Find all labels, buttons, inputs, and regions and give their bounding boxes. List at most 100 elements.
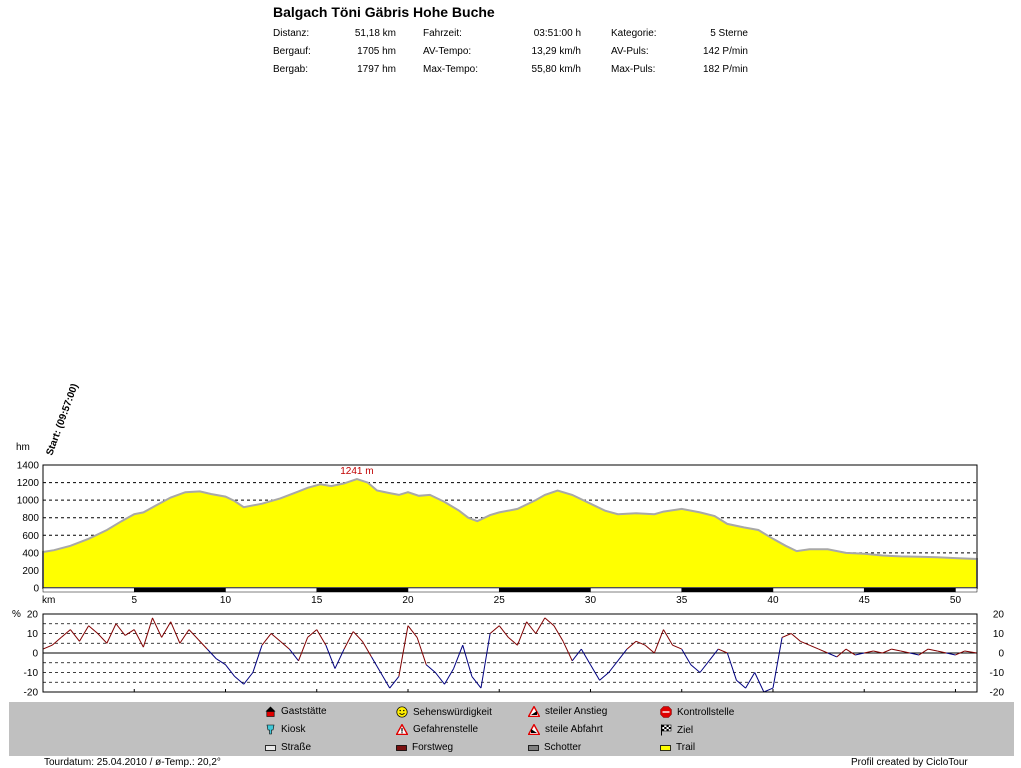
grade-segment xyxy=(124,629,135,636)
grade-segment xyxy=(42,644,53,650)
grade-segment xyxy=(298,637,309,661)
grade-segment xyxy=(508,637,518,646)
legend-label: Kiosk xyxy=(281,724,306,735)
legend-item-strasse: Straße xyxy=(265,742,311,753)
grade-tick-label-left: 10 xyxy=(27,629,39,640)
km-bar-segment xyxy=(590,587,682,593)
legend-label: Sehenswürdigkeit xyxy=(413,706,492,718)
grade-segment xyxy=(334,648,345,669)
legend-label: Trail xyxy=(676,742,696,753)
grade-segment xyxy=(152,617,163,638)
grade-segment xyxy=(380,672,391,689)
legend-label: Forstweg xyxy=(412,742,454,753)
kontrollstelle-icon xyxy=(660,706,672,718)
grade-segment xyxy=(562,641,573,662)
grade-segment xyxy=(599,672,610,681)
grade-segment xyxy=(690,664,701,673)
km-tick-label: 15 xyxy=(311,595,323,606)
grade-segment xyxy=(325,645,336,669)
legend-item-forstweg: Forstweg xyxy=(396,742,453,753)
elevation-axis: 0 200 400 600 800 1000 1200 1400 xyxy=(17,461,40,595)
grade-segment xyxy=(453,645,464,669)
grade-tick-label-right: -10 xyxy=(990,668,1005,679)
grade-segment xyxy=(279,640,290,650)
legend-item-schotter: Schotter xyxy=(528,742,581,753)
grade-segment xyxy=(361,641,372,658)
forstweg-icon xyxy=(396,744,407,751)
km-tick-label: 10 xyxy=(220,595,232,606)
legend-panel xyxy=(9,702,1014,756)
elevation-tick-label: 1400 xyxy=(17,461,40,472)
legend-item-gaststaette: Gaststätte xyxy=(265,706,327,717)
legend-label: Straße xyxy=(281,742,312,753)
grade-segment xyxy=(106,623,117,644)
grade-segment xyxy=(97,633,108,644)
km-scale-bar xyxy=(42,587,978,593)
grade-tick-label-right: 10 xyxy=(993,629,1005,640)
grade-segment xyxy=(179,629,190,644)
legend-item-gefahrenstelle: Gefahrenstelle xyxy=(396,724,478,735)
km-bar-segment xyxy=(772,587,865,593)
grade-segment xyxy=(718,648,728,654)
grade-segment xyxy=(225,664,236,677)
grade-segment xyxy=(471,676,482,689)
kiosk-icon xyxy=(266,724,275,735)
legend-item-ziel: Ziel xyxy=(660,724,693,736)
grade-segment xyxy=(270,633,281,642)
start-label: Start: (09:57:00) xyxy=(44,382,80,457)
grade-segment xyxy=(827,652,838,658)
km-bar-segment xyxy=(407,587,500,593)
grade-y-axis-label: % xyxy=(12,609,21,620)
steiler-anstieg-icon xyxy=(528,706,540,717)
grade-segment xyxy=(371,656,382,673)
grade-segment xyxy=(754,672,765,693)
grade-segment xyxy=(197,639,208,650)
grade-grid xyxy=(43,613,977,693)
grade-segment xyxy=(745,672,756,689)
km-bar-segment xyxy=(681,587,774,593)
legend-label: Schotter xyxy=(544,742,582,753)
km-bar-segment xyxy=(955,587,978,593)
grade-segment xyxy=(252,645,263,673)
x-axis-label: km xyxy=(42,595,55,606)
km-tick-label: 40 xyxy=(767,595,779,606)
elevation-tick-label: 200 xyxy=(22,566,39,577)
grade-segment xyxy=(927,648,938,652)
km-tick-label: 20 xyxy=(402,595,414,606)
grade-segment xyxy=(343,631,354,650)
legend-item-steile-abfahrt: steile Abfahrt xyxy=(528,724,603,735)
grade-segment xyxy=(644,644,655,654)
elevation-tick-label: 1000 xyxy=(17,496,40,507)
legend-label: Gefahrenstelle xyxy=(413,724,479,735)
grade-segment xyxy=(818,648,828,654)
km-bar-segment xyxy=(316,587,409,593)
legend-item-sehenswuerdigkeit: Sehenswürdigkeit xyxy=(396,706,492,718)
grade-segment xyxy=(626,640,637,650)
grade-segment xyxy=(352,631,363,642)
elevation-tick-label: 400 xyxy=(22,548,39,559)
grade-tick-label-left: -10 xyxy=(24,668,39,679)
peak-annotation: 1241 m xyxy=(340,466,373,477)
grade-segment xyxy=(535,617,546,634)
steile-abfahrt-icon xyxy=(528,724,540,735)
elevation-tick-label: 600 xyxy=(22,531,39,542)
grade-line xyxy=(42,617,978,693)
km-bar-segment xyxy=(42,587,135,593)
grade-segment xyxy=(571,648,582,662)
grade-segment xyxy=(845,648,856,656)
legend-item-kontrollstelle: Kontrollstelle xyxy=(660,706,734,718)
trail-icon xyxy=(660,744,671,751)
grade-segment xyxy=(188,629,199,640)
km-bar-segment xyxy=(225,587,317,593)
legend-item-trail: Trail xyxy=(660,742,695,753)
km-bar-segment xyxy=(498,587,591,593)
footer-credit: Profil created by CicloTour xyxy=(851,757,968,768)
grade-segment xyxy=(88,625,99,634)
grade-segment xyxy=(170,621,181,644)
grade-segment xyxy=(809,644,819,650)
grade-segment xyxy=(161,621,172,638)
km-bar-segment xyxy=(133,587,226,593)
gefahrenstelle-icon xyxy=(396,724,408,735)
gaststaette-icon xyxy=(265,706,276,717)
grade-segment xyxy=(480,633,491,689)
